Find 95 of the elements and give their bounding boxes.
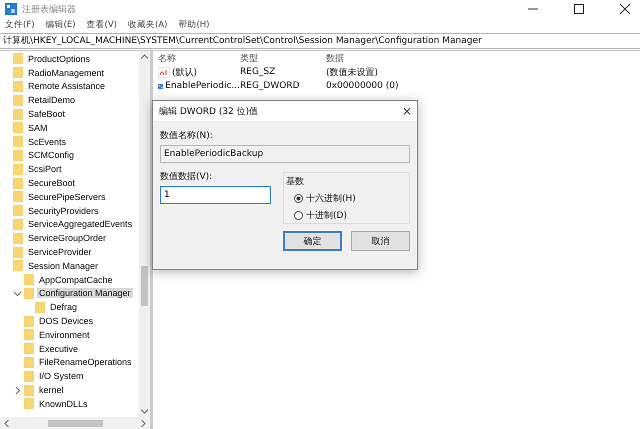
folder-icon <box>13 136 23 148</box>
folder-icon <box>24 274 34 286</box>
tree-item[interactable]: ScsiPort <box>26 164 64 174</box>
address-bar[interactable]: 计算机\HKEY_LOCAL_MACHINE\SYSTEM\CurrentControlSet\Control\Session Manager\Configuration Manager <box>0 33 640 49</box>
tree-item[interactable]: RetailDemo <box>26 95 78 106</box>
radio-label[interactable]: 十进制(D) <box>306 209 347 222</box>
tree-item[interactable]: ServiceProvider <box>26 247 94 258</box>
tree-item[interactable]: Configuration Manager <box>37 288 133 298</box>
value-data: 0x00000000 (0) <box>326 81 400 91</box>
tree-item[interactable]: SecureBoot <box>26 178 78 188</box>
column-header[interactable]: 名称 <box>158 52 240 64</box>
scroll-up-icon[interactable] <box>141 54 148 59</box>
folder-icon <box>13 205 23 216</box>
folder-icon <box>13 80 23 92</box>
folder-icon <box>13 150 23 161</box>
window-title: 注册表编辑器 <box>22 4 76 16</box>
scroll-thumb[interactable] <box>48 420 102 426</box>
expander-icon[interactable] <box>14 386 21 394</box>
radio-button[interactable] <box>294 211 303 220</box>
folder-icon <box>13 67 23 78</box>
tree-item[interactable]: FileRenameOperations <box>37 357 134 368</box>
vertical-scrollbar[interactable] <box>139 51 150 417</box>
ok-button[interactable]: 确定 <box>283 231 342 251</box>
folder-icon <box>13 191 23 202</box>
scroll-right-icon[interactable] <box>141 420 146 426</box>
tree-item[interactable]: Environment <box>37 330 92 340</box>
folder-icon <box>13 164 23 175</box>
tree-item[interactable]: Defrag <box>48 302 80 312</box>
folder-icon <box>24 316 34 327</box>
tree-item[interactable]: SCMConfig <box>26 150 76 160</box>
folder-icon <box>24 288 34 299</box>
horizontal-scrollbar[interactable] <box>0 417 150 429</box>
field-label: 数值名称(N): <box>160 130 214 142</box>
scroll-left-icon[interactable] <box>4 420 9 426</box>
folder-icon <box>35 302 45 313</box>
folder-icon <box>13 218 23 230</box>
menu-item[interactable]: 收藏夹(A) <box>128 19 168 31</box>
tree-item[interactable]: ProductOptions <box>26 54 92 64</box>
dialog-title: 编辑 DWORD (32 位)值 <box>159 106 258 118</box>
maximize-icon[interactable] <box>574 4 584 14</box>
close-button[interactable]: × <box>397 104 417 118</box>
folder-icon <box>13 246 23 258</box>
folder-icon <box>13 178 23 189</box>
folder-icon <box>24 329 34 340</box>
folder-icon <box>24 356 34 368</box>
tree-item[interactable]: SecurityProviders <box>26 206 101 216</box>
folder-icon <box>13 53 23 64</box>
column-header[interactable]: 数据 <box>326 52 446 64</box>
group-label: 基数 <box>286 176 305 188</box>
column-header[interactable]: 类型 <box>240 52 326 64</box>
tree-item[interactable]: SecurePipeServers <box>26 192 108 202</box>
value-name[interactable]: (默认) <box>172 66 198 78</box>
close-icon[interactable] <box>620 4 630 14</box>
tree-item[interactable]: kernel <box>37 385 66 396</box>
value-type: REG_DWORD <box>240 81 301 91</box>
radio-button[interactable] <box>294 194 303 203</box>
value-data: (数值未设置) <box>326 66 380 78</box>
string-value-icon <box>158 66 170 78</box>
tree-item[interactable]: SafeBoot <box>26 109 68 120</box>
menu-item[interactable]: 查看(V) <box>86 19 117 31</box>
app-icon <box>5 3 17 15</box>
folder-icon <box>13 260 23 272</box>
tree-item[interactable]: SAM <box>26 122 50 133</box>
value-data-field[interactable]: 1 <box>160 186 271 204</box>
scroll-down-icon[interactable] <box>141 409 148 414</box>
tree-item[interactable]: DOS Devices <box>37 316 96 326</box>
cancel-button[interactable]: 取消 <box>351 231 410 251</box>
folder-icon <box>13 232 23 244</box>
tree-item[interactable]: KnownDLLs <box>37 398 90 409</box>
folder-icon <box>24 398 34 410</box>
scroll-thumb[interactable] <box>141 266 148 306</box>
tree-item[interactable]: Executive <box>37 344 80 354</box>
field-label: 数值数据(V): <box>160 170 214 183</box>
folder-icon <box>13 108 23 120</box>
folder-icon <box>24 370 34 382</box>
menu-item[interactable]: 编辑(E) <box>46 19 76 31</box>
value-name[interactable]: EnablePeriodic... <box>165 81 240 91</box>
menu-item[interactable]: 帮助(H) <box>178 19 210 31</box>
folder-icon <box>24 384 34 396</box>
tree-item[interactable]: ServiceAggregatedEvents <box>26 219 134 230</box>
expander-icon[interactable] <box>14 290 21 297</box>
tree-item[interactable]: AppCompatCache <box>37 274 115 285</box>
tree-item[interactable]: Remote Assistance <box>26 81 108 92</box>
menu-item[interactable]: 文件(F) <box>5 19 35 31</box>
tree-item[interactable]: RadioManagement <box>26 68 106 78</box>
tree-item[interactable]: ScEvents <box>26 136 68 147</box>
radio-label[interactable]: 十六进制(H) <box>306 192 356 205</box>
folder-icon <box>13 94 23 106</box>
tree-item[interactable]: ServiceGroupOrder <box>26 233 108 244</box>
folder-icon <box>13 122 23 134</box>
tree-item[interactable]: Session Manager <box>26 260 100 271</box>
tree-item[interactable]: I/O System <box>37 371 86 382</box>
value-type: REG_SZ <box>240 67 276 77</box>
value-name-field: EnablePeriodicBackup <box>160 145 410 163</box>
folder-icon <box>24 343 34 354</box>
